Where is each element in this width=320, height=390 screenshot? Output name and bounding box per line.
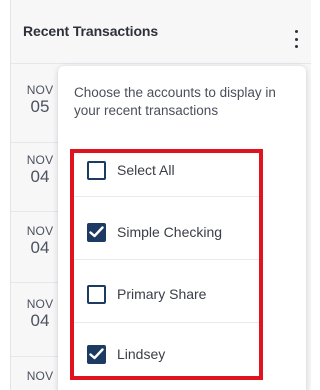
- kebab-menu-icon[interactable]: [290, 30, 302, 48]
- popover-message: Choose the accounts to display in your r…: [74, 85, 276, 118]
- card-header: Recent Transactions: [11, 0, 311, 64]
- card-title: Recent Transactions: [23, 23, 159, 39]
- highlight-box: [70, 149, 263, 380]
